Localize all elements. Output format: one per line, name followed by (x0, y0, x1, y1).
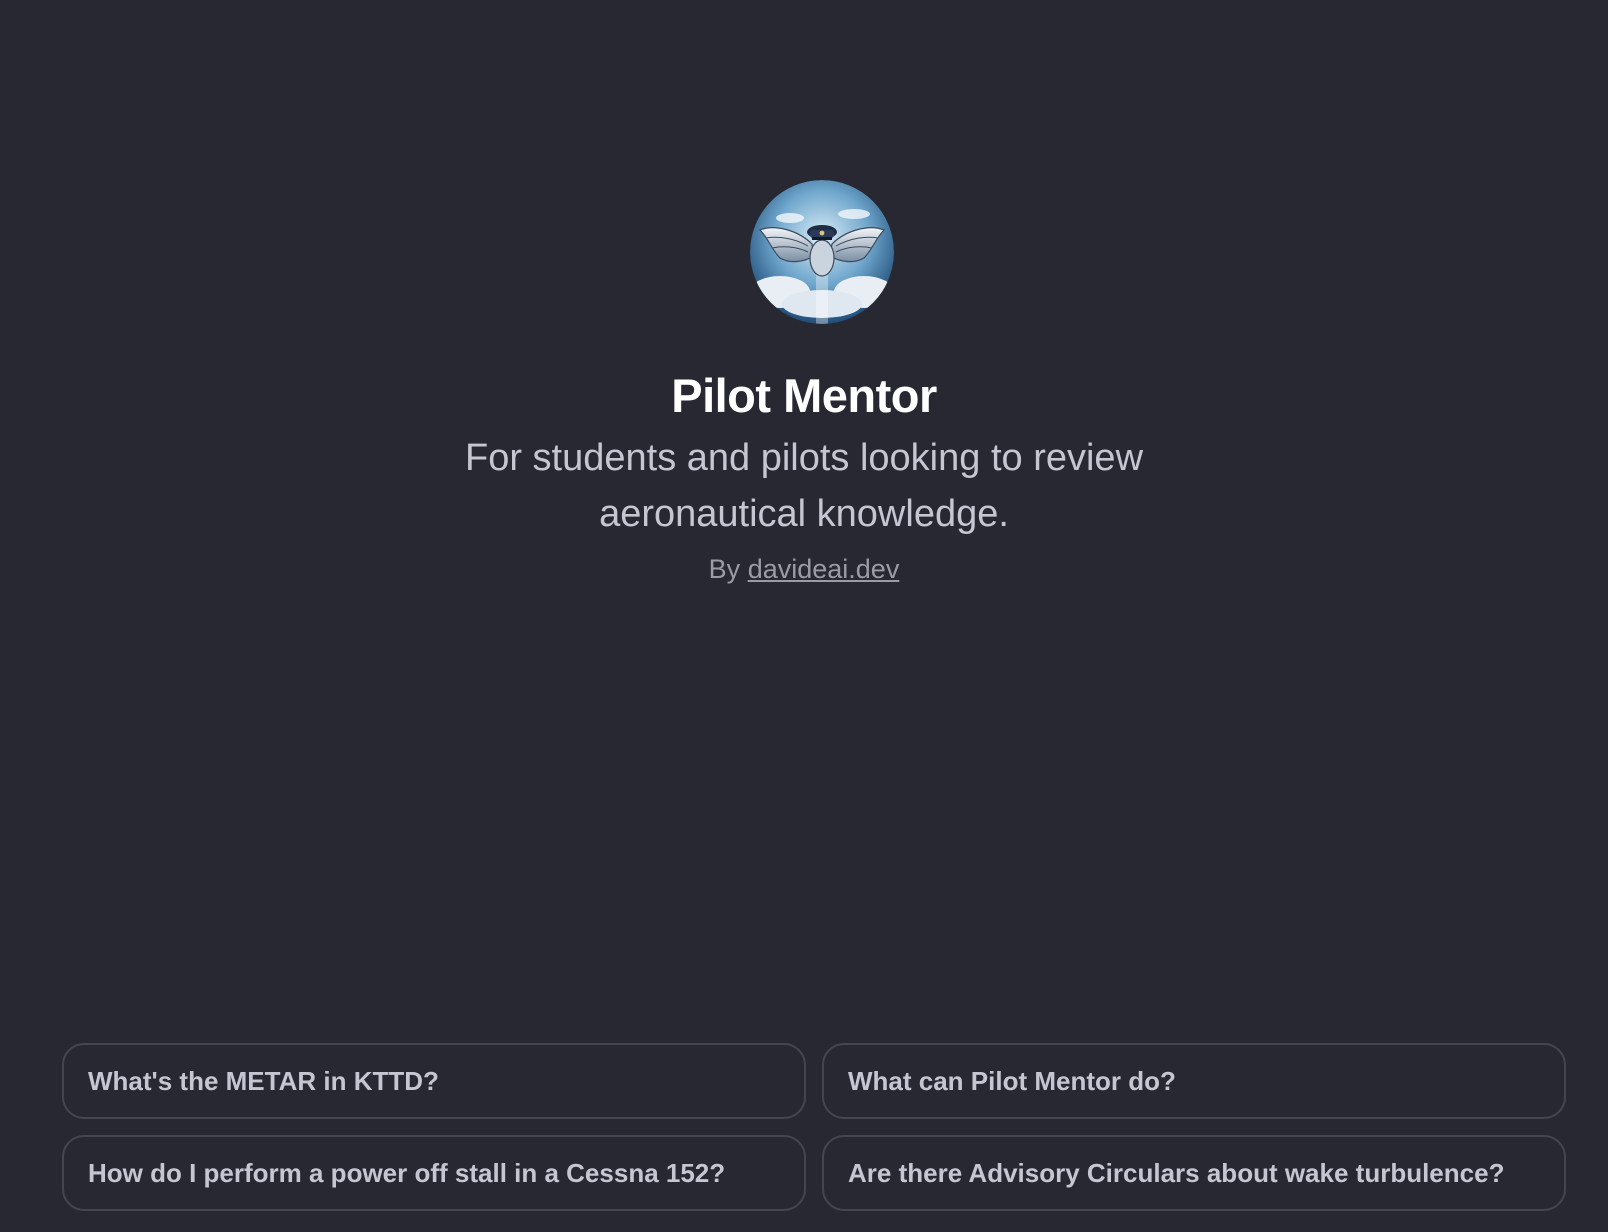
starter-prompt-button[interactable]: Are there Advisory Circulars about wake … (822, 1135, 1566, 1211)
starter-prompt-button[interactable]: What can Pilot Mentor do? (822, 1043, 1566, 1119)
gpt-byline: By davideai.dev (0, 552, 1608, 586)
gpt-title: Pilot Mentor (671, 369, 937, 422)
starter-prompt-label: Are there Advisory Circulars about wake … (848, 1157, 1505, 1188)
gpt-description: For students and pilots looking to revie… (464, 437, 1144, 535)
starter-prompt-label: What's the METAR in KTTD? (88, 1065, 439, 1096)
starter-prompt-button[interactable]: What's the METAR in KTTD? (62, 1043, 806, 1119)
starter-prompt-label: What can Pilot Mentor do? (848, 1065, 1176, 1096)
byline-prefix: By (708, 554, 741, 584)
pilot-wings-emblem-icon (750, 180, 894, 324)
author-link[interactable]: davideai.dev (748, 554, 900, 584)
gpt-avatar (750, 180, 894, 324)
gpt-landing-page: Pilot Mentor For students and pilots loo… (0, 0, 1608, 1232)
starter-prompt-label: How do I perform a power off stall in a … (88, 1157, 726, 1188)
starter-prompt-button[interactable]: How do I perform a power off stall in a … (62, 1135, 806, 1211)
